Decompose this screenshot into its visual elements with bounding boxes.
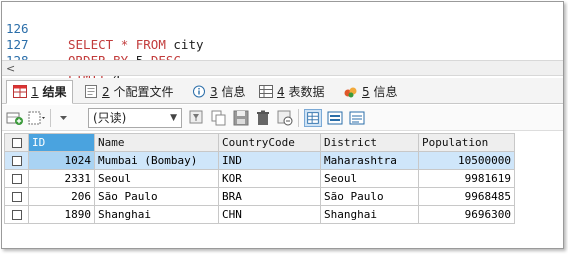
read-only-select-value: (只读) <box>93 111 127 125</box>
toolbar-separator <box>50 109 51 127</box>
horizontal-scrollbar[interactable]: < <box>2 60 563 76</box>
profile-icon <box>85 85 97 98</box>
cell-name[interactable]: São Paulo <box>94 187 219 206</box>
cell-countrycode[interactable]: CHN <box>218 205 321 224</box>
tab-label: 表数据 <box>288 85 325 99</box>
export-menu-icon[interactable] <box>28 109 46 127</box>
result-grid-icon <box>13 85 27 98</box>
scroll-left-arrow-icon[interactable]: < <box>6 62 15 75</box>
cell-name[interactable]: Mumbai (Bombay) <box>94 151 219 170</box>
cell-id[interactable]: 1024 <box>28 151 95 170</box>
cell-id[interactable]: 2331 <box>28 169 95 188</box>
delete-icon[interactable] <box>254 109 272 127</box>
info-icon <box>193 85 205 98</box>
tab-label: 信息 <box>373 85 398 99</box>
tab-table-data[interactable]: 4 表数据 <box>253 81 330 103</box>
read-only-select[interactable]: (只读) ▼ <box>88 108 182 128</box>
tab-number: 2 <box>102 85 110 99</box>
dropdown-arrow-icon[interactable] <box>58 109 76 127</box>
cell-id[interactable]: 206 <box>28 187 95 206</box>
code-line: 126 SELECT * FROM city <box>2 5 563 52</box>
info-chart-icon <box>344 87 357 98</box>
tab-label: 结果 <box>42 85 67 99</box>
grid-view-icon[interactable] <box>304 109 322 127</box>
row-checkbox[interactable] <box>4 169 29 188</box>
table-data-icon <box>259 85 273 98</box>
tab-label: 信息 <box>221 85 246 99</box>
row-checkbox[interactable] <box>4 205 29 224</box>
cell-district[interactable]: São Paulo <box>320 187 419 206</box>
copy-rows-icon[interactable] <box>210 109 228 127</box>
row-checkbox[interactable] <box>4 151 29 170</box>
select-all-checkbox[interactable] <box>4 133 29 152</box>
chevron-down-icon: ▼ <box>170 113 177 123</box>
cell-name[interactable]: Seoul <box>94 169 219 188</box>
cell-district[interactable]: Shanghai <box>320 205 419 224</box>
cell-countrycode[interactable]: KOR <box>218 169 321 188</box>
result-toolbar: (只读) ▼ <box>2 105 563 131</box>
table-row[interactable]: 1890 Shanghai CHN Shanghai 9696300 <box>4 205 515 224</box>
toolbar-separator <box>298 109 299 127</box>
column-header-countrycode[interactable]: CountryCode <box>218 133 321 152</box>
cell-countrycode[interactable]: IND <box>218 151 321 170</box>
grid-header-row: ID Name CountryCode District Population <box>4 133 515 152</box>
query-window: 126 SELECT * FROM city 127 ORDER BY 5 DE… <box>1 1 564 249</box>
tab-number: 5 <box>362 85 370 99</box>
refresh-grid-icon[interactable] <box>276 109 294 127</box>
code-line: 127 ORDER BY 5 DESC <box>2 21 563 68</box>
result-grid: ID Name CountryCode District Population … <box>4 133 515 224</box>
cell-district[interactable]: Maharashtra <box>320 151 419 170</box>
cell-id[interactable]: 1890 <box>28 205 95 224</box>
column-header-population[interactable]: Population <box>418 133 515 152</box>
text-view-icon[interactable] <box>348 109 366 127</box>
tab-profiles[interactable]: 2 个配置文件 <box>78 81 179 103</box>
filter-icon[interactable] <box>188 109 206 127</box>
result-tabs: 1 结果 2 个配置文件 3 信息 4 表数据 5 信息 <box>2 78 563 104</box>
cell-population[interactable]: 9981619 <box>418 169 515 188</box>
column-header-name[interactable]: Name <box>94 133 219 152</box>
cell-population[interactable]: 9696300 <box>418 205 515 224</box>
cell-population[interactable]: 10500000 <box>418 151 515 170</box>
sql-editor[interactable]: 126 SELECT * FROM city 127 ORDER BY 5 DE… <box>2 2 563 84</box>
save-icon[interactable] <box>232 109 250 127</box>
tab-label: 个配置文件 <box>113 85 174 99</box>
table-row[interactable]: 206 São Paulo BRA São Paulo 9968485 <box>4 187 515 206</box>
tab-info[interactable]: 3 信息 <box>186 81 251 103</box>
cell-countrycode[interactable]: BRA <box>218 187 321 206</box>
tab-number: 4 <box>277 85 285 99</box>
cell-name[interactable]: Shanghai <box>94 205 219 224</box>
form-view-icon[interactable] <box>326 109 344 127</box>
cell-population[interactable]: 9968485 <box>418 187 515 206</box>
code-line: 128 LIMIT 4; <box>2 37 563 84</box>
table-row[interactable]: 2331 Seoul KOR Seoul 9981619 <box>4 169 515 188</box>
tab-number: 1 <box>31 85 39 99</box>
add-row-icon[interactable] <box>6 109 24 127</box>
tab-results[interactable]: 1 结果 <box>6 80 74 104</box>
tab-number: 3 <box>210 85 218 99</box>
cell-district[interactable]: Seoul <box>320 169 419 188</box>
row-checkbox[interactable] <box>4 187 29 206</box>
column-header-id[interactable]: ID <box>28 133 95 152</box>
table-row[interactable]: 1024 Mumbai (Bombay) IND Maharashtra 105… <box>4 151 515 170</box>
tab-info-2[interactable]: 5 信息 <box>338 81 403 103</box>
column-header-district[interactable]: District <box>320 133 419 152</box>
